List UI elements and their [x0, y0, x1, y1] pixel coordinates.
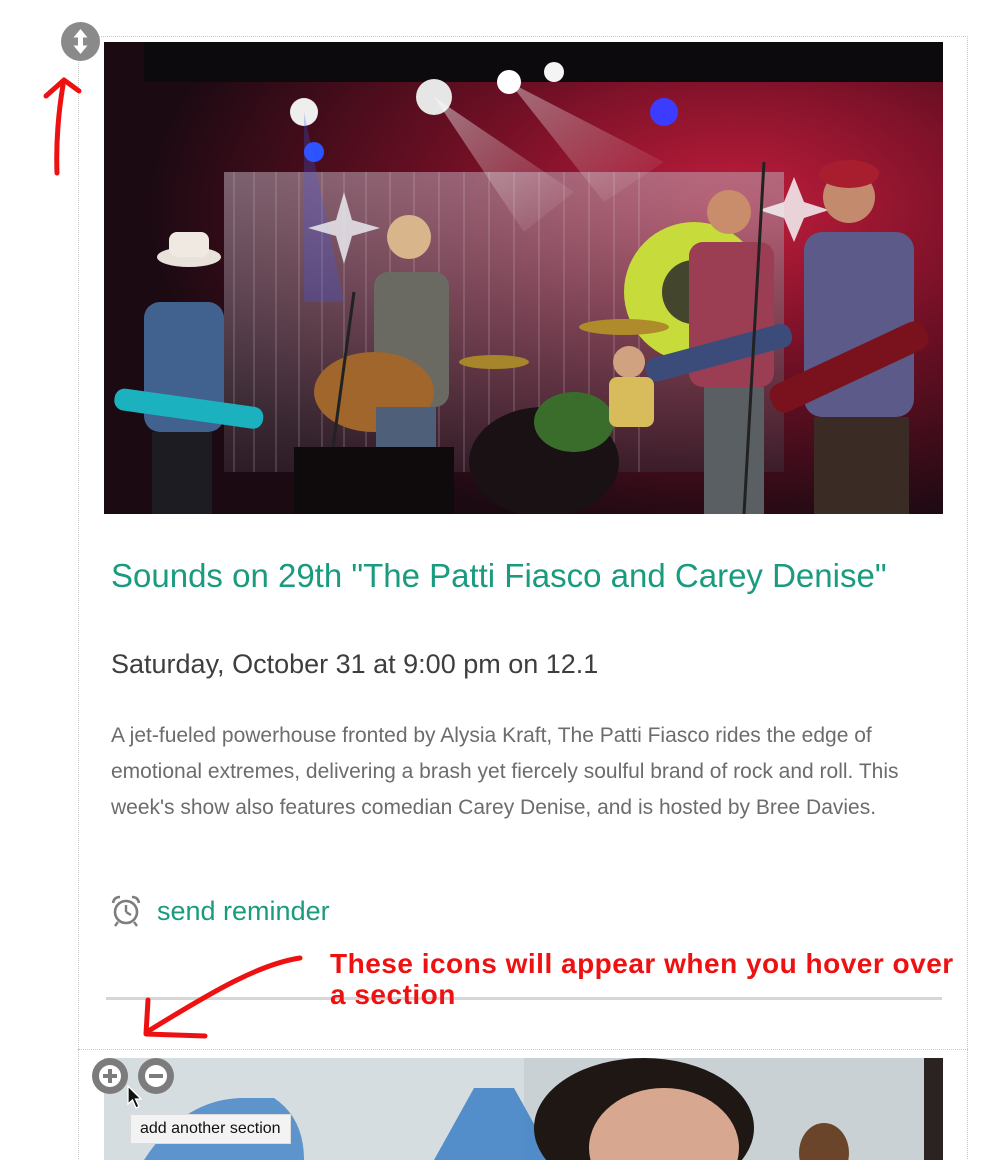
send-reminder-link[interactable]: send reminder [109, 894, 330, 928]
event-description: A jet-fueled powerhouse fronted by Alysi… [111, 724, 899, 819]
add-section-tooltip: add another section [130, 1114, 291, 1144]
up-down-arrows-icon [73, 29, 88, 54]
event-title[interactable]: Sounds on 29th "The Patti Fiasco and Car… [111, 556, 921, 596]
next-section-photo [104, 1058, 943, 1160]
newsletter-editor: Sounds on 29th "The Patti Fiasco and Car… [0, 0, 1000, 1160]
add-section-button[interactable] [92, 1058, 128, 1094]
remove-section-button[interactable] [138, 1058, 174, 1094]
send-reminder-label: send reminder [157, 896, 330, 926]
plus-circle-icon [99, 1065, 121, 1087]
move-section-handle[interactable] [61, 22, 100, 61]
minus-circle-icon [145, 1065, 167, 1087]
event-airtime: Saturday, October 31 at 9:00 pm on 12.1 [111, 649, 599, 679]
alarm-clock-icon [109, 894, 143, 928]
hover-annotation-text: These icons will appear when you hover o… [330, 948, 954, 1010]
event-photo [104, 42, 943, 514]
